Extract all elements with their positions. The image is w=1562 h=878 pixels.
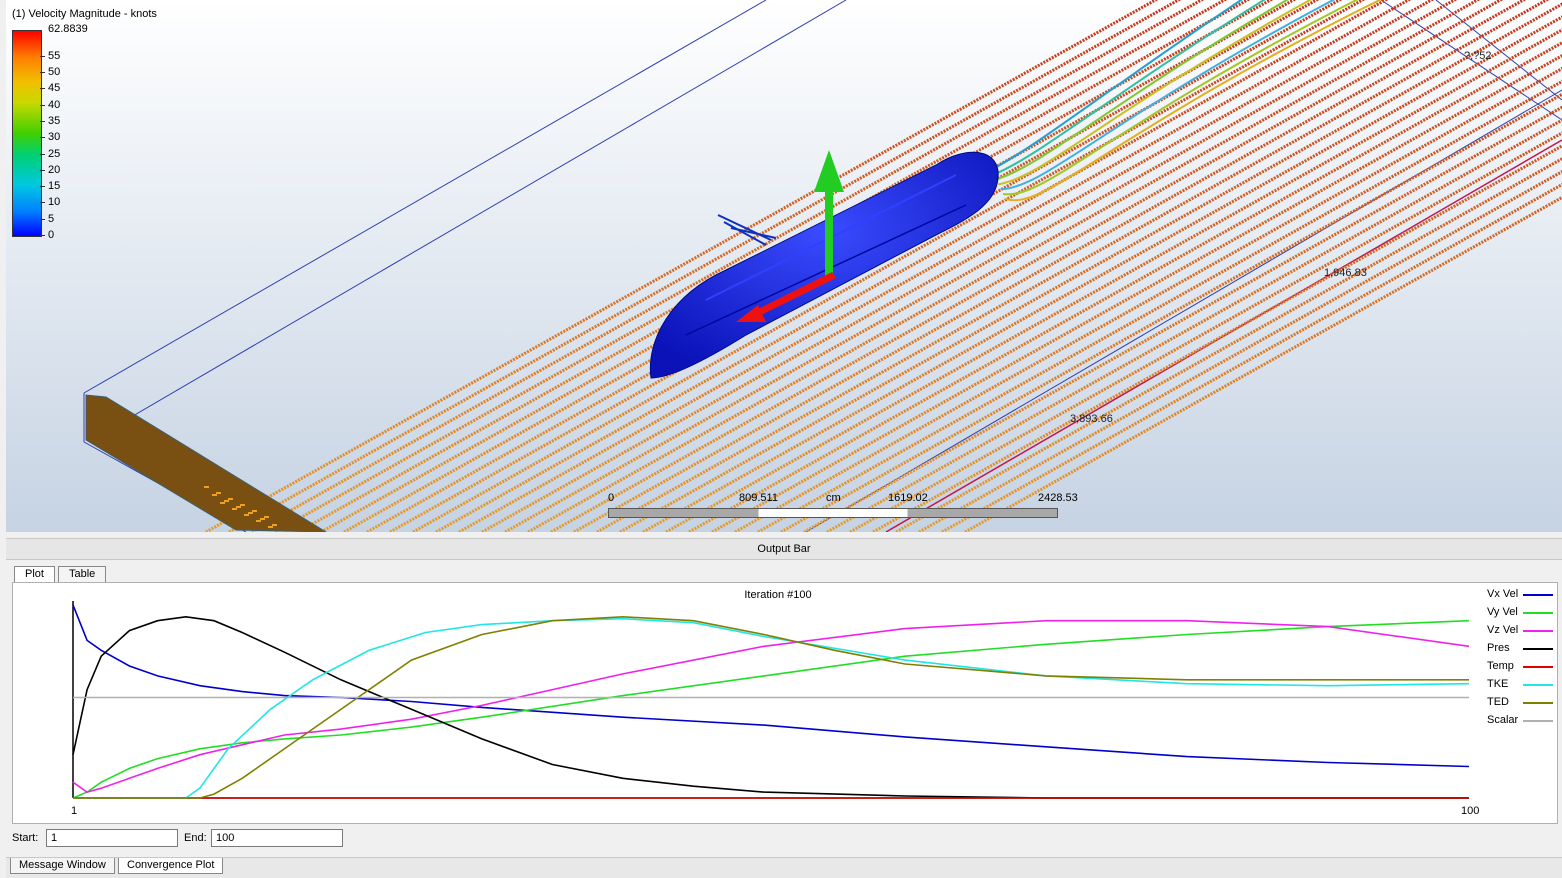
legend-entry: TED <box>1487 696 1509 708</box>
legend-tick-mark <box>40 235 45 236</box>
legend-tick-label: 30 <box>48 131 61 144</box>
dimension-label-1: 3,893.66 <box>1070 413 1113 425</box>
seed-point <box>252 510 257 512</box>
series-line-vy-vel <box>72 619 1470 799</box>
tab-plot[interactable]: Plot <box>14 566 55 582</box>
end-input[interactable] <box>211 829 343 847</box>
legend-tick-mark <box>40 153 45 155</box>
legend-tick-mark <box>40 186 45 188</box>
legend-swatch <box>1523 648 1553 650</box>
tab-message-window[interactable]: Message Window <box>10 858 115 874</box>
legend-tick-label: 20 <box>48 163 61 176</box>
seed-point <box>216 492 221 494</box>
seed-point <box>228 498 233 500</box>
seed-point <box>204 486 209 488</box>
legend-tick-label: 45 <box>48 82 61 95</box>
legend-tick-label: 50 <box>48 66 61 78</box>
seed-point <box>256 520 261 522</box>
series-line-vx-vel <box>72 604 1470 768</box>
scale-bar-graphic <box>608 508 1058 518</box>
legend-max-label: 62.8839 <box>48 23 88 35</box>
x-tick-label: 1 <box>71 805 77 817</box>
series-line-ted <box>73 615 1469 799</box>
legend-swatch <box>1523 666 1553 668</box>
legend-tick-label: 25 <box>48 147 61 160</box>
scale-bar: 0 809.511 cm 1619.02 2428.53 <box>608 490 1078 520</box>
legend-tick-mark <box>40 88 45 90</box>
x-tick-label: 100 <box>1461 805 1479 817</box>
seed-point <box>260 518 265 520</box>
bottom-tab-bar: Message Window Convergence Plot <box>6 857 1562 878</box>
legend-entry: Pres <box>1487 642 1510 654</box>
scale-label-3: 2428.53 <box>1038 492 1078 504</box>
legend-tick-mark <box>40 120 45 122</box>
legend-entry: Vy Vel <box>1487 606 1518 618</box>
convergence-plot: 1 100 Iteration #100 Vx Vel Vy Vel Vz Vel Pr… <box>12 582 1558 824</box>
legend-swatch <box>1523 720 1553 722</box>
start-input[interactable] <box>46 829 178 847</box>
legend-tick-mark <box>40 104 45 106</box>
tab-convergence-plot[interactable]: Convergence Plot <box>118 858 224 874</box>
end-label: End: <box>184 832 207 844</box>
legend-tick-label: 40 <box>48 98 61 111</box>
series-line-pres <box>72 615 1469 799</box>
tab-table[interactable]: Table <box>58 566 107 582</box>
legend-tick-mark <box>40 218 45 220</box>
legend-tick-label: 10 <box>48 196 61 209</box>
legend-tick-mark <box>40 169 45 171</box>
seed-point <box>212 494 217 496</box>
seed-point <box>240 504 245 506</box>
legend-entry: TKE <box>1487 678 1509 690</box>
legend-entry: Scalar <box>1487 714 1519 726</box>
legend-title: (1) Velocity Magnitude - knots <box>12 8 157 20</box>
scale-label-2: 1619.02 <box>888 492 928 504</box>
3d-viewport[interactable]: (1) Velocity Magnitude - knots 62.8839 5… <box>6 0 1562 532</box>
seed-point <box>220 502 225 504</box>
seed-point <box>232 508 237 510</box>
color-legend-bar <box>12 30 42 237</box>
plot-canvas: 1 100 <box>71 601 1479 817</box>
dimension-label-3: ?,?52 <box>1464 50 1492 62</box>
seed-point <box>264 516 269 518</box>
plot-title: Iteration #100 <box>744 589 812 601</box>
scale-label-unit: cm <box>826 492 841 504</box>
legend-tick-label: 15 <box>48 180 61 193</box>
series-line-vz-vel <box>72 619 1470 793</box>
scale-label-0: 0 <box>608 492 615 504</box>
legend-entry: Vx Vel <box>1487 588 1519 600</box>
legend-swatch <box>1523 630 1553 632</box>
legend-swatch <box>1523 612 1553 614</box>
legend-tick-mark <box>40 72 45 73</box>
seed-point <box>236 506 241 508</box>
legend-tick-label: 35 <box>48 114 61 127</box>
legend-tick-mark <box>40 55 45 57</box>
start-label: Start: <box>12 832 39 844</box>
seed-point <box>244 514 249 516</box>
seed-point <box>248 512 253 514</box>
cfd-scene[interactable] <box>6 0 1562 532</box>
legend-entry: Vz Vel <box>1487 624 1519 636</box>
legend-tick-mark <box>40 137 45 139</box>
legend-tick-mark <box>40 202 45 204</box>
legend-tick-label: 0 <box>48 229 55 241</box>
output-panel: Plot Table 1 100 Iteration #100 Vx Vel Vy … <box>6 560 1562 857</box>
dimension-label-2: 1,946.83 <box>1324 267 1367 279</box>
legend-entry: Temp <box>1487 660 1514 672</box>
legend-swatch <box>1523 702 1553 704</box>
seed-point <box>224 500 229 502</box>
output-bar-header[interactable]: Output Bar <box>6 538 1562 560</box>
scale-label-1: 809.511 <box>739 492 778 504</box>
legend-swatch <box>1523 684 1553 686</box>
legend-tick-label: 5 <box>48 212 55 225</box>
seed-point <box>268 526 273 528</box>
legend-tick-label: 55 <box>48 49 61 62</box>
seed-point <box>272 524 277 526</box>
legend-swatch <box>1523 594 1553 596</box>
